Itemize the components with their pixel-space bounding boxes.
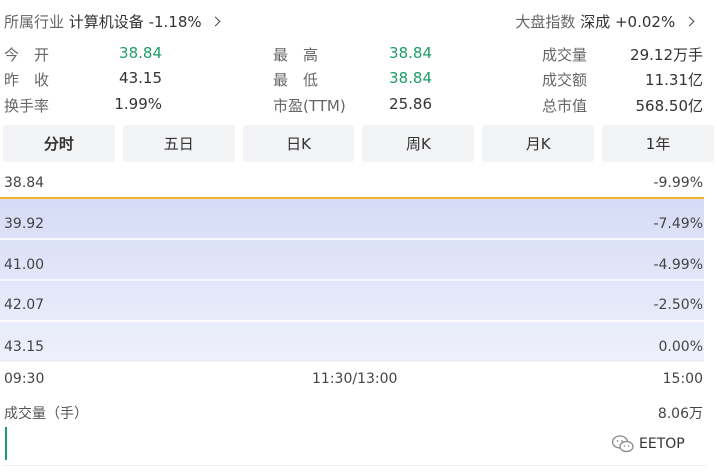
pct-tick: -9.99% — [653, 175, 703, 191]
tab-five-day[interactable]: 五日 — [122, 125, 235, 162]
market-cap-value: 568.50亿 — [635, 97, 704, 115]
index-change: +0.02% — [614, 13, 676, 31]
price-tick: 42.07 — [4, 297, 45, 313]
period-tabs: 分时 五日 日K 周K 月K 1年 — [3, 125, 714, 162]
index-label: 大盘指数 — [515, 13, 576, 31]
pe-label: 市盈(TTM) — [273, 97, 346, 115]
volume-label: 成交量 — [542, 46, 588, 64]
high-label: 最 高 — [273, 46, 319, 64]
pct-tick: -2.50% — [653, 297, 703, 313]
industry-link[interactable]: 所属行业 计算机设备 -1.18% — [4, 11, 221, 32]
volume-value: 29.12万手 — [630, 46, 703, 64]
low-label: 最 低 — [273, 71, 319, 89]
watermark: EETOP — [611, 434, 685, 454]
low-value: 38.84 — [389, 69, 432, 87]
turnover-rate-value: 1.99% — [114, 95, 162, 113]
price-tick: 41.00 — [4, 257, 45, 273]
index-name: 深成 — [580, 13, 611, 31]
pe-value: 25.86 — [389, 95, 432, 113]
volume-bar — [5, 427, 7, 460]
tab-monthly-k[interactable]: 月K — [482, 125, 595, 162]
high-value: 38.84 — [389, 44, 432, 62]
time-tick: 09:30 — [4, 371, 45, 387]
chevron-right-icon — [211, 16, 221, 27]
price-tick: 39.92 — [4, 216, 45, 232]
tab-one-year[interactable]: 1年 — [602, 125, 714, 162]
industry-name: 计算机设备 — [68, 13, 144, 31]
time-tick: 15:00 — [662, 371, 703, 387]
market-cap-label: 总市值 — [542, 97, 588, 115]
chevron-right-icon — [684, 16, 695, 27]
watermark-text: EETOP — [639, 436, 685, 452]
volume-chart[interactable] — [3, 423, 707, 466]
prev-close-value: 43.15 — [119, 69, 162, 87]
chart-svg — [0, 197, 704, 362]
price-tick: 38.84 — [4, 175, 45, 191]
index-link[interactable]: 大盘指数 深成 +0.02% — [515, 11, 695, 32]
volume-chart-title: 成交量（手） — [4, 406, 88, 422]
industry-change: -1.18% — [148, 13, 202, 31]
tab-daily-k[interactable]: 日K — [242, 125, 355, 162]
time-tick: 11:30/13:00 — [312, 371, 398, 387]
amount-value: 11.31亿 — [645, 71, 703, 89]
price-tick: 43.15 — [4, 339, 45, 355]
pct-tick: -7.49% — [653, 216, 703, 232]
open-value: 38.84 — [119, 44, 162, 62]
pct-tick: 0.00% — [658, 339, 703, 355]
open-label: 今 开 — [4, 46, 50, 64]
tab-weekly-k[interactable]: 周K — [362, 125, 475, 162]
wechat-icon — [611, 435, 634, 453]
industry-label: 所属行业 — [4, 13, 65, 31]
turnover-rate-label: 换手率 — [4, 97, 50, 115]
intraday-chart[interactable]: 38.84 -9.99% 39.92 -7.49% 41.00 -4.99% 4… — [0, 163, 717, 363]
volume-max-label: 8.06万 — [657, 406, 703, 422]
pct-tick: -4.99% — [653, 257, 703, 273]
amount-label: 成交额 — [542, 71, 588, 89]
prev-close-label: 昨 收 — [4, 71, 50, 89]
tab-intraday[interactable]: 分时 — [3, 125, 115, 162]
